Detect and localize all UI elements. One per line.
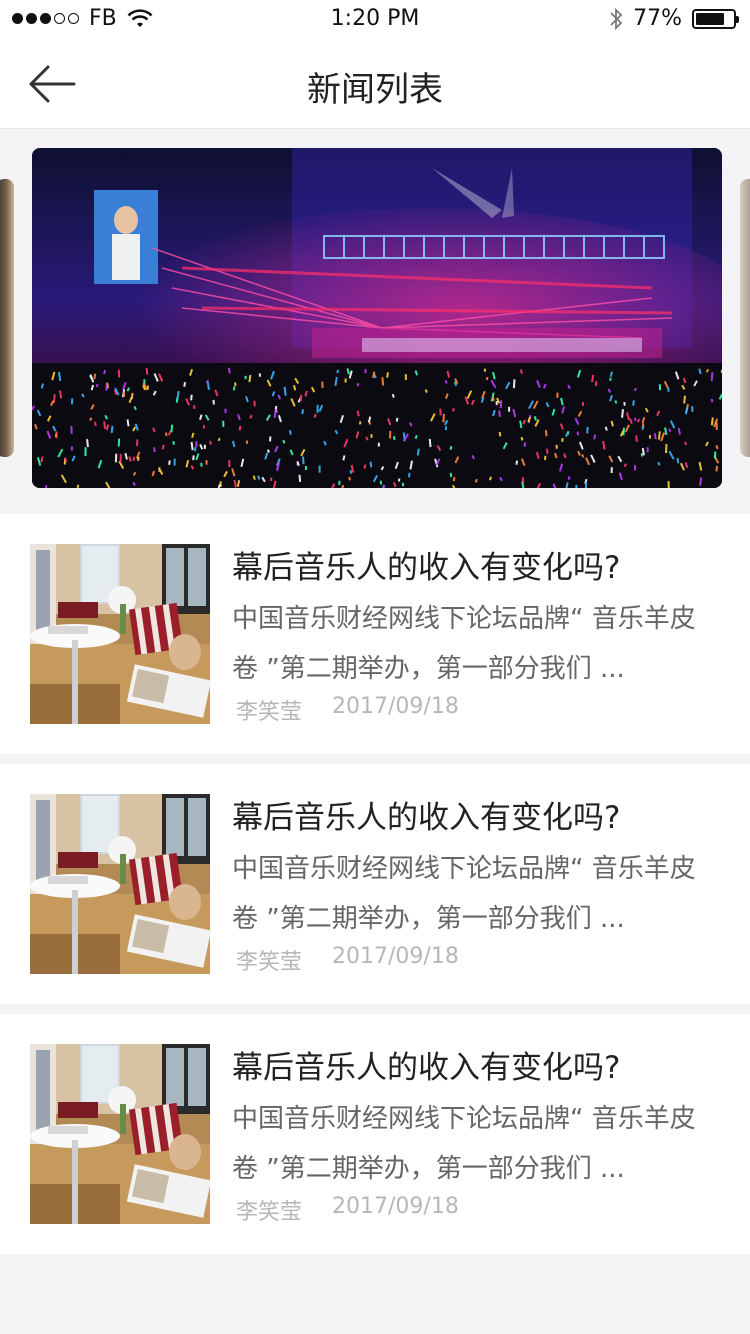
- news-list-item[interactable]: 幕后音乐人的收入有变化吗? 中国音乐财经网线下论坛品牌“ 音乐羊皮卷 ”第二期举…: [0, 514, 750, 754]
- news-date: 2017/09/18: [332, 1194, 459, 1219]
- carousel-next-slide[interactable]: [740, 179, 750, 457]
- carousel-prev-slide[interactable]: [0, 179, 14, 457]
- news-summary: 中国音乐财经网线下论坛品牌“ 音乐羊皮卷 ”第二期举办，第一部分我们 ...: [232, 604, 696, 684]
- news-title[interactable]: 幕后音乐人的收入有变化吗?: [232, 542, 620, 587]
- news-thumbnail: [30, 544, 210, 724]
- news-date: 2017/09/18: [332, 944, 459, 969]
- bluetooth-icon: [610, 7, 623, 30]
- banner-carousel[interactable]: [0, 129, 750, 505]
- status-right: 77%: [609, 6, 739, 31]
- news-list: 幕后音乐人的收入有变化吗? 中国音乐财经网线下论坛品牌“ 音乐羊皮卷 ”第二期举…: [0, 514, 750, 1264]
- news-list-item[interactable]: 幕后音乐人的收入有变化吗? 中国音乐财经网线下论坛品牌“ 音乐羊皮卷 ”第二期举…: [0, 1014, 750, 1254]
- navigation-bar: 新闻列表: [0, 40, 750, 129]
- carousel-banner-image[interactable]: [32, 148, 722, 488]
- news-title[interactable]: 幕后音乐人的收入有变化吗?: [232, 1042, 620, 1087]
- page-title: 新闻列表: [307, 70, 443, 110]
- news-thumbnail: [30, 1044, 210, 1224]
- news-meta: 李笑莹 2017/09/18: [236, 944, 459, 976]
- news-author: 李笑莹: [236, 1200, 303, 1225]
- news-thumbnail: [30, 794, 210, 974]
- news-meta: 李笑莹 2017/09/18: [236, 1194, 459, 1226]
- news-date: 2017/09/18: [332, 694, 459, 719]
- battery-icon: [692, 8, 739, 29]
- news-author: 李笑莹: [236, 950, 303, 975]
- news-summary: 中国音乐财经网线下论坛品牌“ 音乐羊皮卷 ”第二期举办，第一部分我们 ...: [232, 854, 696, 934]
- news-author: 李笑莹: [236, 700, 303, 725]
- news-summary: 中国音乐财经网线下论坛品牌“ 音乐羊皮卷 ”第二期举办，第一部分我们 ...: [232, 1104, 696, 1184]
- news-list-item[interactable]: 幕后音乐人的收入有变化吗? 中国音乐财经网线下论坛品牌“ 音乐羊皮卷 ”第二期举…: [0, 764, 750, 1004]
- status-bar: FB 1:20 PM 77%: [0, 0, 750, 40]
- battery-percent: 77%: [633, 6, 682, 31]
- news-title[interactable]: 幕后音乐人的收入有变化吗?: [232, 792, 620, 837]
- news-meta: 李笑莹 2017/09/18: [236, 694, 459, 726]
- battery-fill: [696, 12, 724, 25]
